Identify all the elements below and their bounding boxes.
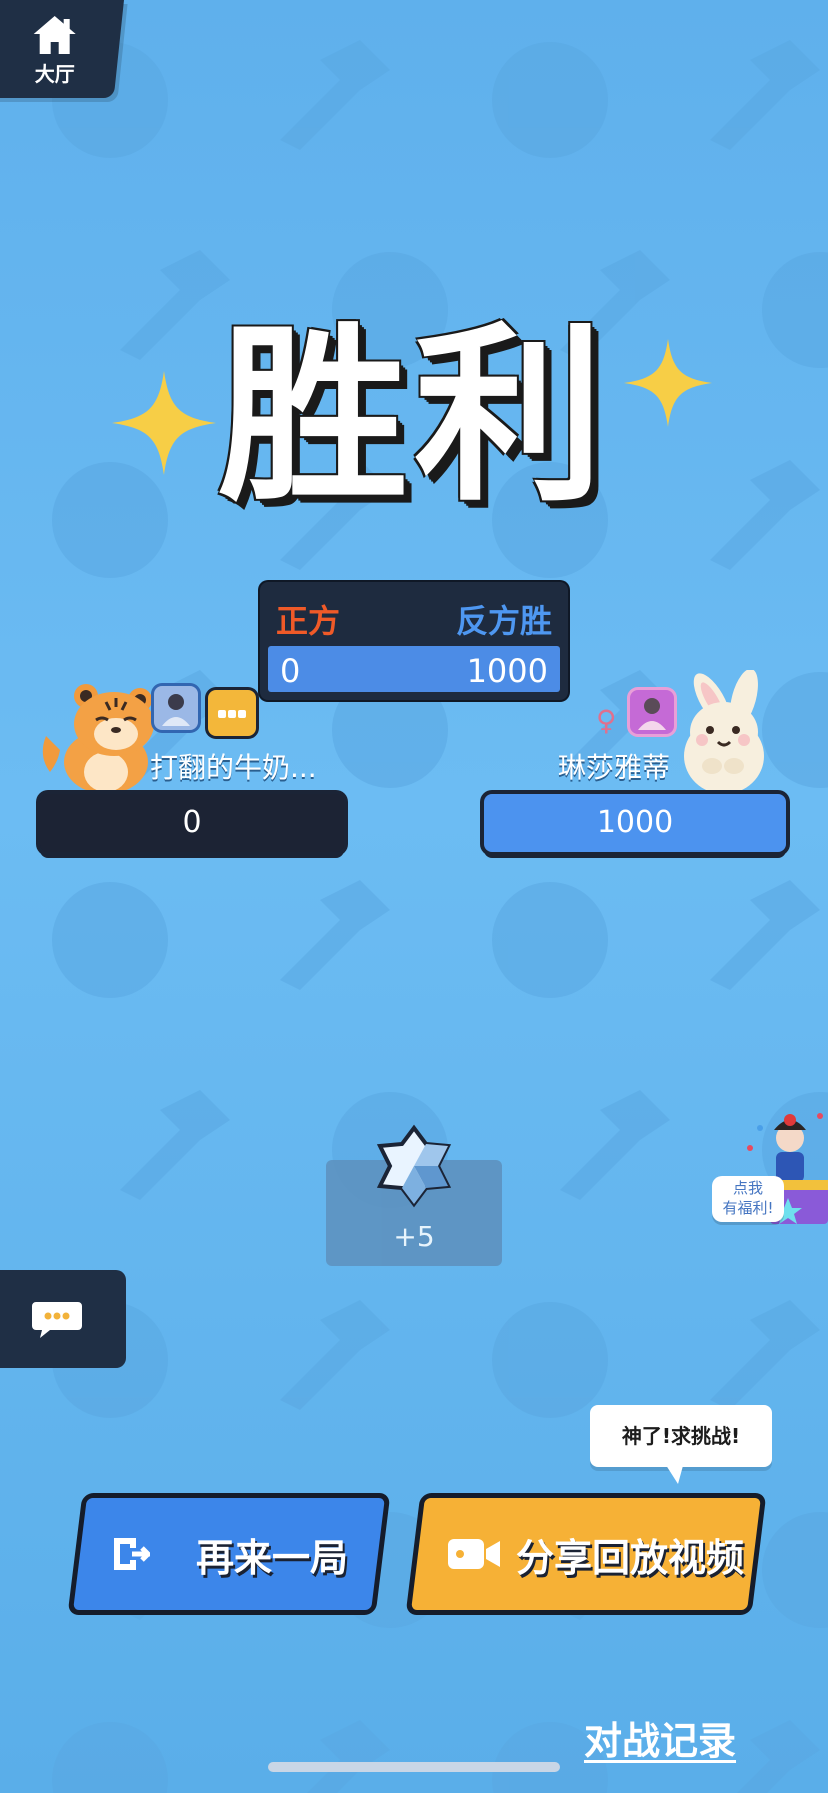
- bomb-pattern-icon: [492, 42, 608, 158]
- home-label: 大厅: [34, 62, 75, 86]
- crystal-icon: [376, 1124, 452, 1208]
- female-icon: ♀: [596, 704, 617, 737]
- replay-icon: [114, 1538, 150, 1570]
- bomb-pattern-icon: [52, 1722, 168, 1793]
- video-camera-icon: [448, 1539, 500, 1569]
- left-team-score: 0: [280, 652, 301, 690]
- hammer-pattern-icon: [560, 1090, 670, 1200]
- hammer-pattern-icon: [280, 40, 390, 150]
- hammer-pattern-icon: [710, 880, 820, 990]
- bomb-pattern-icon: [762, 1512, 828, 1628]
- right-player-score-bar: 1000: [484, 794, 786, 852]
- hammer-pattern-icon: [710, 1300, 820, 1410]
- hammer-pattern-icon: [280, 880, 390, 990]
- avatar-icon: [162, 694, 190, 726]
- chat-button[interactable]: [0, 1270, 126, 1368]
- hammer-pattern-icon: [307, 1720, 390, 1793]
- hammer-pattern-icon: [710, 40, 820, 150]
- home-indicator[interactable]: [268, 1762, 560, 1772]
- tiger-icon: [42, 684, 154, 792]
- left-team-label: 正方: [276, 602, 341, 640]
- bomb-pattern-icon: [492, 1302, 608, 1418]
- hammer-pattern-icon: [120, 1090, 230, 1200]
- right-player-name: 琳莎雅蒂: [558, 751, 671, 784]
- left-player-name: 打翻的牛奶...: [150, 751, 317, 784]
- avatar-icon: [638, 698, 666, 730]
- welfare-line2: 有福利!: [722, 1199, 774, 1217]
- chat-bubble-icon: [32, 1302, 82, 1338]
- bomb-pattern-icon: [492, 882, 608, 998]
- house-icon: [33, 16, 76, 54]
- right-player-avatar[interactable]: [630, 690, 674, 734]
- right-team-score: 1000: [466, 652, 548, 690]
- welfare-bubble[interactable]: 点我 有福利!: [712, 1176, 784, 1222]
- share-speech-bubble: 神了!求挑战!: [590, 1405, 772, 1467]
- left-player-avatar[interactable]: [154, 686, 198, 730]
- left-player-score-bar: 0: [40, 794, 344, 852]
- play-again-label: 再来一局: [196, 1535, 349, 1580]
- reward-value: +5: [393, 1220, 435, 1253]
- welfare-line1: 点我: [732, 1179, 763, 1197]
- scoreboard: 正方 反方胜 0 1000: [260, 582, 568, 700]
- bomb-pattern-icon: [52, 882, 168, 998]
- speech-bubble-tail: [664, 1462, 684, 1484]
- share-replay-label: 分享回放视频: [516, 1535, 745, 1580]
- hammer-pattern-icon: [280, 1300, 390, 1410]
- battle-records-link[interactable]: 对战记录: [584, 1710, 736, 1765]
- chat-badge-icon[interactable]: [208, 690, 256, 736]
- rabbit-icon: [684, 670, 764, 794]
- right-team-label: 反方胜: [455, 602, 552, 640]
- home-button[interactable]: 大厅: [0, 0, 125, 98]
- share-replay-button[interactable]: 分享回放视频: [411, 1498, 761, 1610]
- victory-title: 胜利: [217, 306, 610, 527]
- play-again-button[interactable]: 再来一局: [73, 1498, 385, 1610]
